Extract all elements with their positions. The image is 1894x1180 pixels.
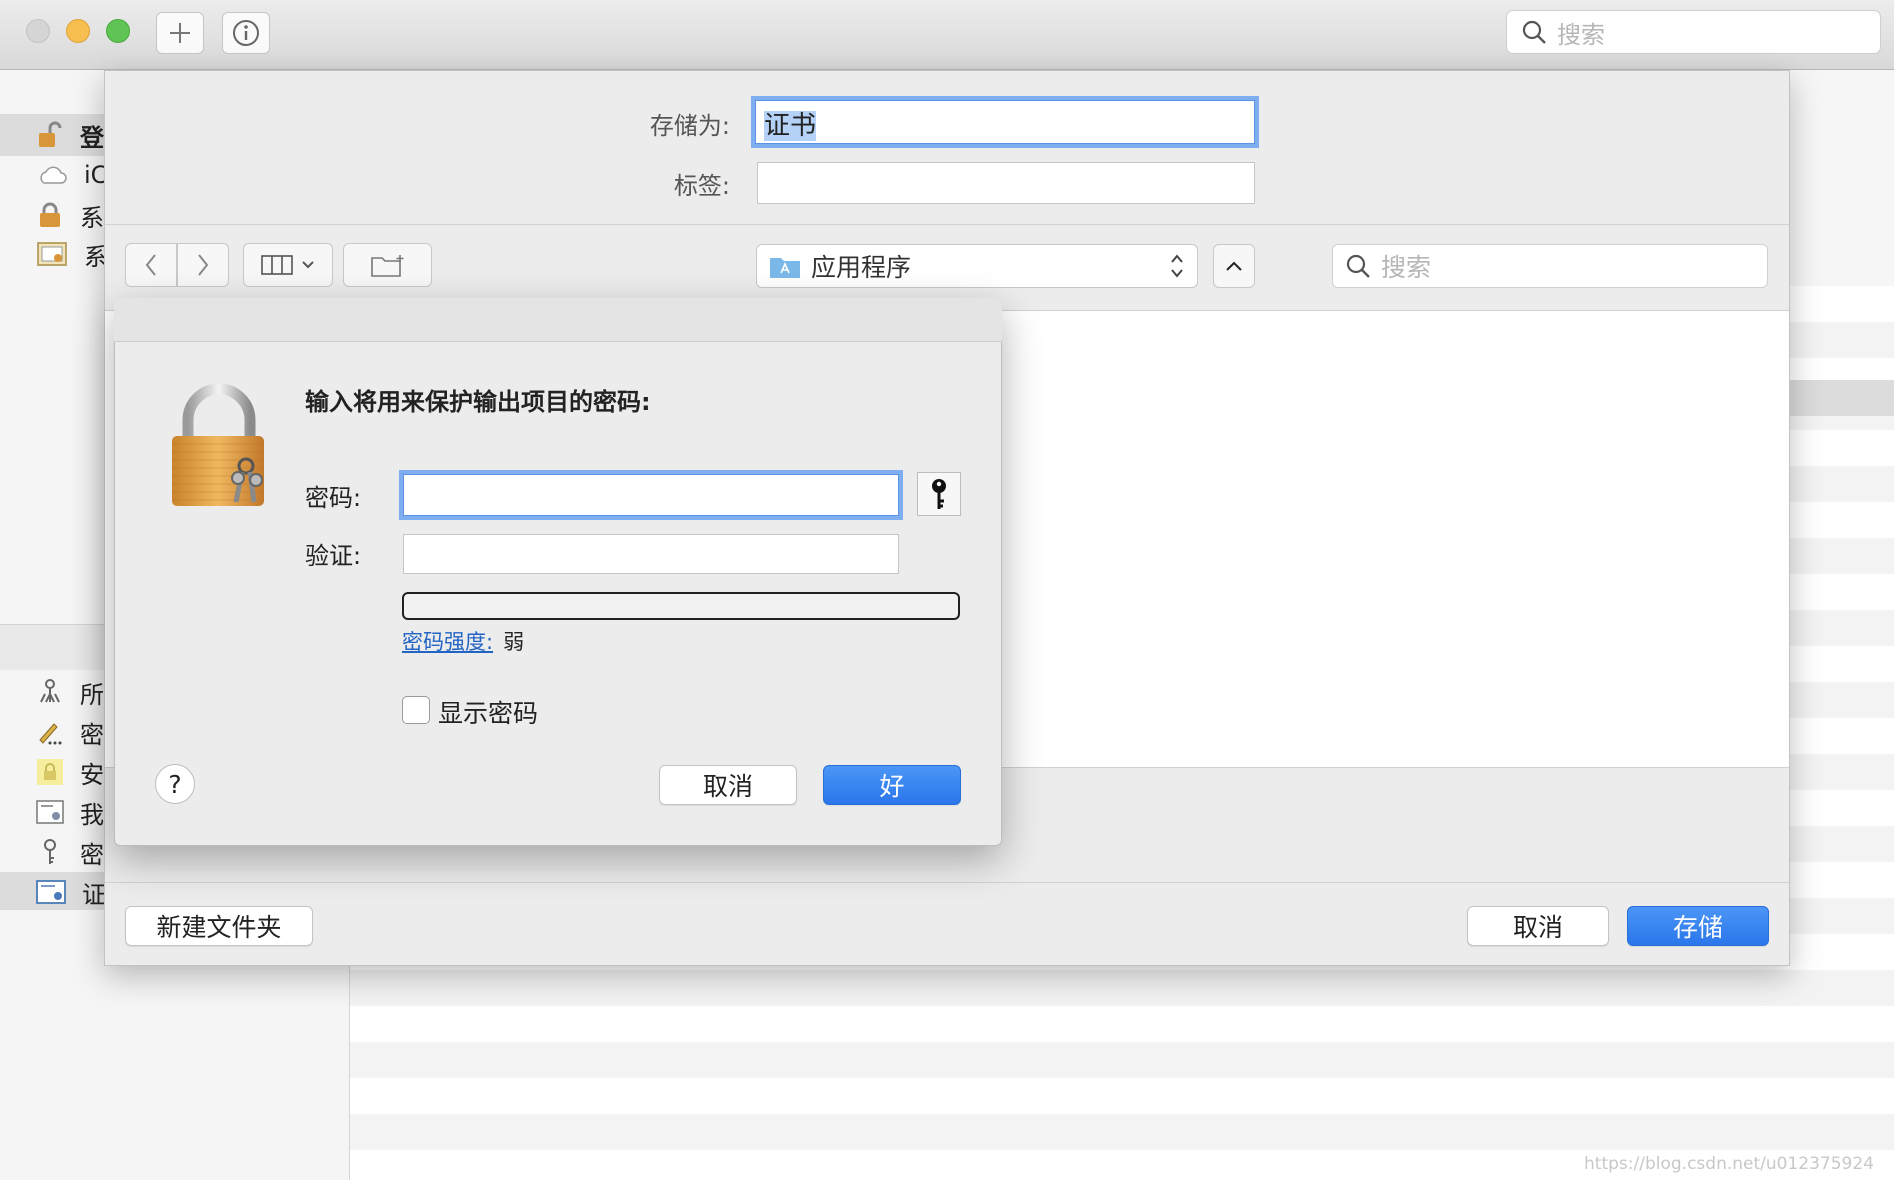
sidebar-category-my-certificates[interactable]: 我 [36, 792, 104, 832]
password-strength-link[interactable]: 密码强度: [402, 626, 493, 656]
chevron-right-icon [198, 254, 209, 276]
tags-field[interactable] [757, 162, 1255, 204]
close-window-button[interactable] [26, 19, 50, 43]
sheet-bottom-divider [105, 882, 1789, 883]
my-certificate-icon [36, 800, 64, 824]
chevron-left-icon [145, 254, 156, 276]
search-placeholder: 搜索 [1381, 253, 1432, 282]
sidebar-item-label: 我 [80, 800, 104, 829]
minimize-window-button[interactable] [66, 19, 90, 43]
sidebar-category-secure-notes[interactable]: 安 [36, 752, 104, 792]
save-button[interactable]: 存储 [1627, 906, 1769, 946]
sidebar-item-label: 所 [80, 680, 104, 709]
plus-icon [170, 23, 190, 43]
sidebar-item-label: 安 [80, 760, 104, 789]
add-item-button[interactable] [156, 12, 204, 54]
cloud-icon [40, 166, 67, 184]
up-down-chevron-icon [1171, 254, 1183, 278]
collapse-sheet-button[interactable] [1213, 244, 1255, 288]
verify-label: 验证: [305, 542, 362, 570]
strength-row: 密码强度: 弱 [402, 626, 524, 656]
key-icon [44, 839, 56, 864]
new-folder-button[interactable]: 新建文件夹 [125, 906, 313, 946]
columns-view-icon [261, 255, 293, 275]
watermark-text: https://blog.csdn.net/u012375924 [1584, 1154, 1874, 1174]
applications-folder-icon [770, 258, 800, 278]
sheet-search-field[interactable]: 搜索 [1332, 244, 1768, 288]
save-as-field[interactable]: 证书 [755, 100, 1255, 144]
window-search-field[interactable]: 搜索 [1506, 10, 1881, 54]
tags-label: 标签: [673, 172, 730, 200]
sheet-divider [105, 224, 1789, 225]
sidebar-item-label: 系 [80, 203, 104, 232]
secure-note-icon [37, 759, 63, 785]
key-icon [932, 479, 946, 509]
sidebar-item-label: 证 [82, 880, 106, 909]
chevron-down-icon [302, 261, 314, 269]
sidebar-item-login[interactable]: 登 [36, 115, 104, 155]
padlock-icon [40, 202, 60, 227]
forward-button[interactable] [177, 243, 229, 287]
new-folder-icon-button[interactable] [343, 243, 432, 287]
sidebar-category-passwords[interactable]: 密 [36, 712, 104, 752]
info-button[interactable] [222, 12, 270, 54]
dialog-prompt: 输入将用来保护输出项目的密码: [305, 388, 651, 416]
selected-row [1780, 380, 1894, 416]
sidebar-category-all[interactable]: 所 [36, 672, 104, 712]
sidebar-item-label: 密 [80, 840, 104, 869]
padlock-with-keys-icon [172, 384, 264, 506]
sidebar-category-certificates[interactable]: 证 [36, 872, 106, 912]
location-popup[interactable]: 应用程序 [756, 244, 1198, 288]
view-mode-button[interactable] [243, 243, 333, 287]
dialog-cancel-button[interactable]: 取消 [659, 765, 797, 805]
keychain-access-icon [40, 679, 60, 703]
location-label: 应用程序 [811, 253, 912, 282]
help-button[interactable]: ? [155, 764, 195, 804]
sheet-cancel-button[interactable]: 取消 [1467, 906, 1609, 946]
show-password-label[interactable]: 显示密码 [438, 694, 538, 730]
verify-field[interactable] [403, 534, 899, 574]
certificate-icon [36, 880, 66, 904]
save-as-value: 证书 [764, 111, 817, 141]
sidebar-item-system-roots[interactable]: 系 [36, 234, 108, 274]
chevron-up-icon [1226, 261, 1242, 271]
sidebar-item-label: 密 [80, 720, 104, 749]
search-icon [1346, 254, 1370, 278]
show-password-checkbox[interactable] [402, 696, 430, 724]
save-as-label: 存储为: [649, 112, 730, 140]
password-assistant-button[interactable] [917, 472, 961, 516]
sidebar-item-label: 登 [80, 123, 104, 152]
password-strength-meter [402, 592, 960, 620]
dialog-ok-button[interactable]: 好 [823, 765, 961, 805]
info-icon [233, 20, 259, 46]
back-button[interactable] [125, 243, 177, 287]
sidebar-item-icloud[interactable]: iC [36, 155, 107, 195]
sidebar-item-system[interactable]: 系 [36, 195, 104, 235]
zoom-window-button[interactable] [106, 19, 130, 43]
search-placeholder: 搜索 [1557, 20, 1605, 49]
certificate-cabinet-icon [37, 242, 67, 266]
folder-add-icon [370, 255, 403, 277]
pen-password-icon [39, 723, 62, 745]
password-strength-value: 弱 [503, 630, 525, 654]
dialog-top-strip [114, 298, 1002, 342]
password-label: 密码: [305, 484, 362, 512]
sidebar-category-keys[interactable]: 密 [36, 832, 104, 872]
search-icon [1522, 20, 1546, 44]
unlocked-padlock-icon [39, 121, 62, 147]
password-field[interactable] [403, 474, 899, 516]
